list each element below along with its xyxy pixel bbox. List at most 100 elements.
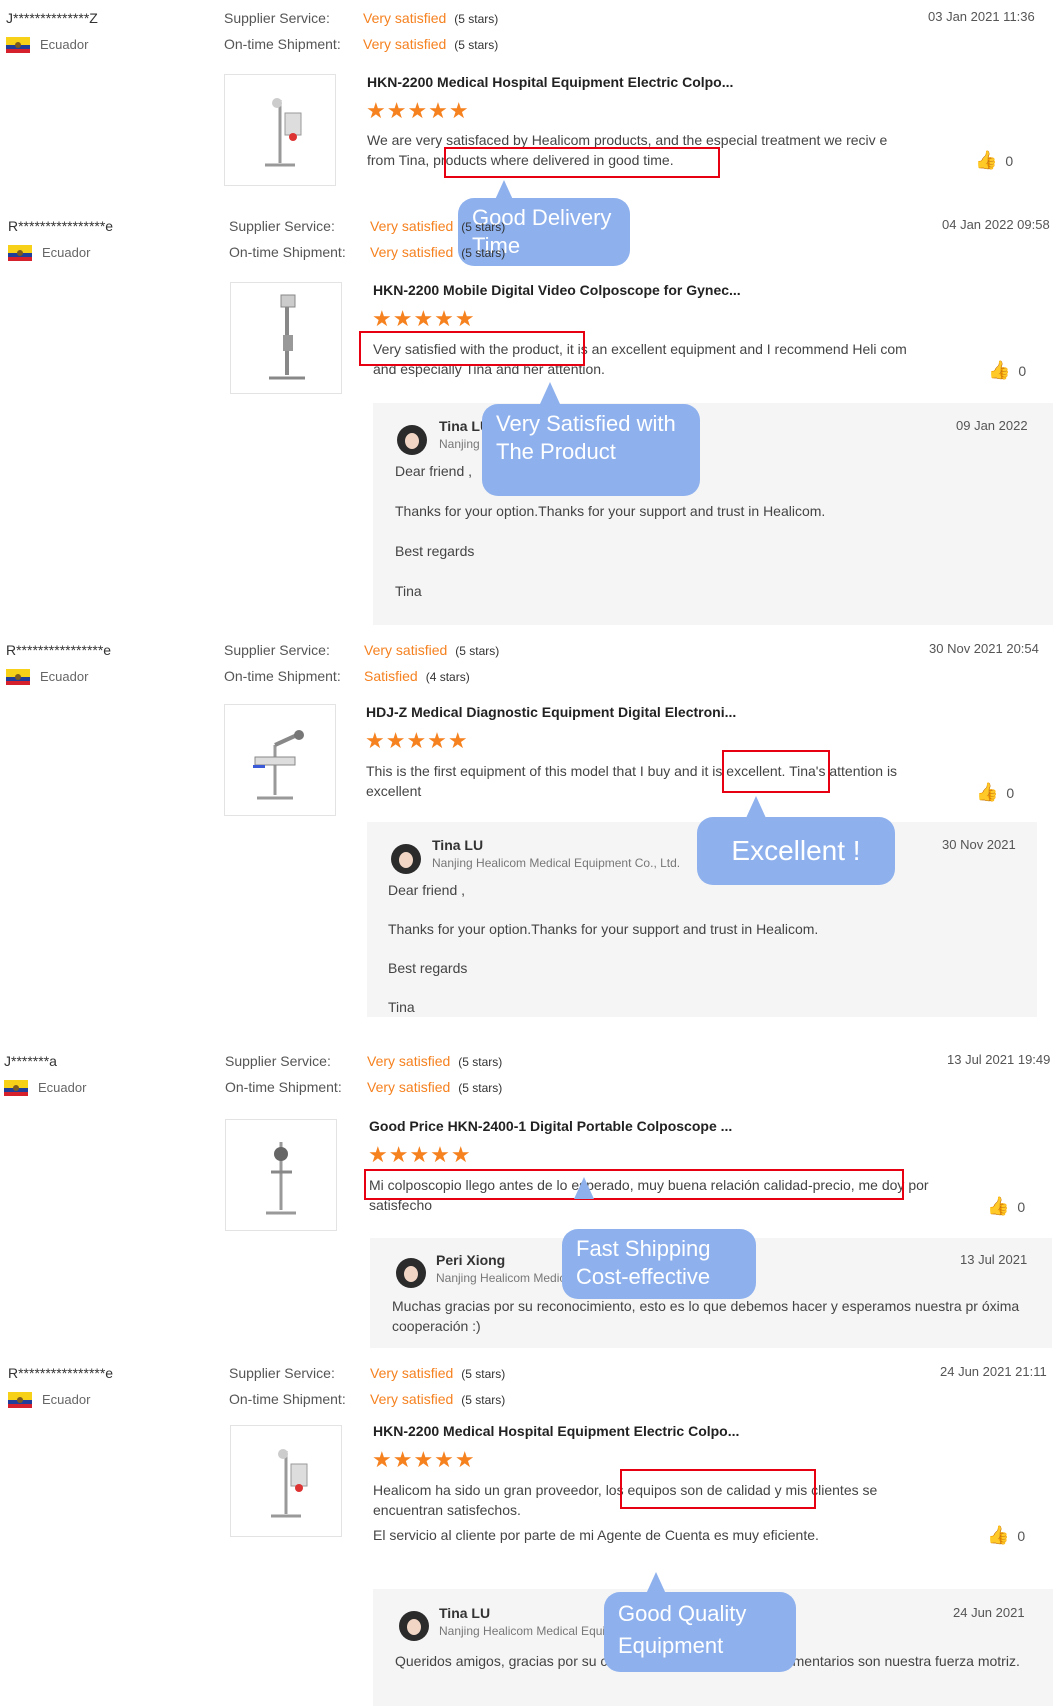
- shipment-label: On-time Shipment:: [229, 1391, 346, 1407]
- reply-line: Thanks for your option.Thanks for your s…: [388, 921, 819, 937]
- thumbs-up-icon: 👍: [976, 782, 999, 802]
- reviewer-country: Ecuador: [6, 668, 88, 686]
- shipment-label: On-time Shipment:: [229, 244, 346, 260]
- reply-line: Tina: [388, 999, 415, 1015]
- like-button[interactable]: 👍 0: [987, 1196, 1025, 1217]
- ecuador-flag-icon: [8, 1391, 32, 1408]
- review-text: This is the first equipment of this mode…: [366, 763, 898, 799]
- shipment-rating: Very satisfied (5 stars): [367, 1079, 503, 1095]
- rating-stars: ★★★★★: [366, 98, 470, 123]
- highlight-box: [620, 1469, 816, 1509]
- callout-bubble: Excellent !: [697, 817, 895, 885]
- shipment-label: On-time Shipment:: [224, 668, 341, 684]
- shipment-rating: Satisfied (4 stars): [364, 668, 470, 684]
- product-thumbnail[interactable]: [230, 1425, 342, 1537]
- highlight-box: [359, 331, 585, 366]
- reply-date: 13 Jul 2021: [960, 1252, 1028, 1267]
- like-button[interactable]: 👍 0: [988, 360, 1026, 381]
- review-date: 24 Jun 2021 21:11: [940, 1364, 1047, 1379]
- supplier-service-rating: Very satisfied (5 stars): [367, 1053, 503, 1069]
- supplier-service-label: Supplier Service:: [224, 10, 330, 26]
- shipment-rating: Very satisfied (5 stars): [363, 36, 499, 52]
- review-card: R****************e Ecuador Supplier Serv…: [0, 632, 1060, 1032]
- like-button[interactable]: 👍 0: [976, 782, 1014, 803]
- shipment-rating: Very satisfied (5 stars): [370, 1391, 506, 1407]
- shipment-label: On-time Shipment:: [225, 1079, 342, 1095]
- reply-author: Tina LU: [432, 837, 484, 853]
- reply-line: Thanks for your option.Thanks for your s…: [395, 503, 826, 519]
- review-card: R****************e Ecuador Supplier Serv…: [0, 1357, 1060, 1706]
- supplier-service-label: Supplier Service:: [225, 1053, 331, 1069]
- thumbs-up-icon: 👍: [988, 360, 1011, 380]
- callout-bubble: Very Satisfied with The Product: [482, 404, 700, 496]
- supplier-service-rating: Very satisfied (5 stars): [370, 218, 506, 234]
- review-date: 30 Nov 2021 20:54: [929, 641, 1039, 656]
- colposcope-product-icon: [269, 294, 305, 380]
- colposcope-product-icon: [266, 1142, 296, 1215]
- colposcope-product-icon: [271, 1449, 308, 1518]
- reply-line: Best regards: [395, 543, 475, 559]
- avatar: [399, 1611, 429, 1641]
- callout-tail: [540, 382, 560, 404]
- ecuador-flag-icon: [4, 1079, 28, 1096]
- product-title[interactable]: HKN-2200 Medical Hospital Equipment Elec…: [373, 1423, 739, 1439]
- thumbs-up-icon: 👍: [987, 1525, 1010, 1545]
- avatar: [397, 425, 427, 455]
- colposcope-product-icon: [265, 98, 302, 167]
- review-date: 03 Jan 2021 11:36: [928, 9, 1035, 24]
- shipment-label: On-time Shipment:: [224, 36, 341, 52]
- reply-author: Tina LU: [439, 1605, 491, 1621]
- review-card: J*******a Ecuador Supplier Service: Very…: [0, 1043, 1060, 1348]
- product-title[interactable]: HDJ-Z Medical Diagnostic Equipment Digit…: [366, 704, 736, 720]
- product-title[interactable]: Good Price HKN-2400-1 Digital Portable C…: [369, 1118, 732, 1134]
- reviewer-country: Ecuador: [6, 36, 88, 54]
- avatar: [396, 1258, 426, 1288]
- like-button[interactable]: 👍 0: [975, 150, 1013, 171]
- callout-bubble: Fast Shipping Cost-effective: [562, 1229, 756, 1299]
- reply-author: Peri Xiong: [436, 1252, 506, 1268]
- review-date: 04 Jan 2022 09:58: [942, 217, 1050, 232]
- shipment-rating: Very satisfied (5 stars): [370, 244, 506, 260]
- ecuador-flag-icon: [8, 244, 32, 261]
- review-date: 13 Jul 2021 19:49: [947, 1052, 1051, 1067]
- reply-line: Dear friend ,: [388, 882, 466, 898]
- thumbs-up-icon: 👍: [975, 150, 998, 170]
- rating-stars: ★★★★★: [365, 728, 469, 753]
- like-button[interactable]: 👍 0: [987, 1525, 1025, 1546]
- reviewer-name: J**************Z: [6, 10, 98, 26]
- product-thumbnail[interactable]: [224, 704, 336, 816]
- reply-line: Dear friend ,: [395, 463, 473, 479]
- review-text-extra: El servicio al cliente por parte de mi A…: [373, 1527, 819, 1543]
- rating-stars: ★★★★★: [368, 1142, 472, 1167]
- reviewer-country: Ecuador: [8, 244, 90, 262]
- avatar: [391, 844, 421, 874]
- product-thumbnail[interactable]: [230, 282, 342, 394]
- callout-tail: [574, 1177, 594, 1199]
- thumbs-up-icon: 👍: [987, 1196, 1010, 1216]
- review-card: J**************Z Ecuador Supplier Servic…: [0, 0, 1060, 205]
- reply-date: 09 Jan 2022: [956, 418, 1028, 433]
- highlight-box: [444, 147, 720, 178]
- reply-date: 24 Jun 2021: [953, 1605, 1025, 1620]
- product-thumbnail[interactable]: [224, 74, 336, 186]
- product-thumbnail[interactable]: [225, 1119, 337, 1231]
- ecuador-flag-icon: [6, 668, 30, 685]
- highlight-box: [364, 1169, 904, 1200]
- callout-tail: [646, 1572, 666, 1594]
- callout-bubble: Good Quality Equipment: [604, 1592, 796, 1672]
- product-title[interactable]: HKN-2200 Mobile Digital Video Colposcope…: [373, 282, 741, 298]
- reviewer-name: R****************e: [6, 642, 112, 658]
- colposcope-product-icon: [253, 730, 304, 800]
- supplier-service-rating: Very satisfied (5 stars): [363, 10, 499, 26]
- reply-line: Best regards: [388, 960, 468, 976]
- product-title[interactable]: HKN-2200 Medical Hospital Equipment Elec…: [367, 74, 733, 90]
- reply-line: Tina: [395, 583, 422, 599]
- callout-tail: [746, 796, 766, 818]
- seller-reply: Tina LU Nanjing Healicom Medical Equipme…: [373, 403, 1053, 625]
- reviewer-name: R****************e: [8, 1365, 114, 1381]
- reply-date: 30 Nov 2021: [942, 837, 1016, 852]
- supplier-service-rating: Very satisfied (5 stars): [364, 642, 500, 658]
- supplier-service-rating: Very satisfied (5 stars): [370, 1365, 506, 1381]
- supplier-service-label: Supplier Service:: [224, 642, 330, 658]
- supplier-service-label: Supplier Service:: [229, 1365, 335, 1381]
